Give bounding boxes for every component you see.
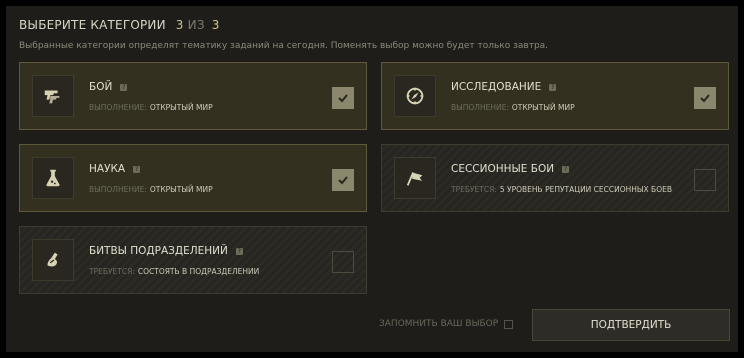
guns-icon [32, 75, 74, 117]
card-title: ИССЛЕДОВАНИЕ ? [451, 81, 557, 93]
category-checkbox[interactable] [694, 87, 716, 109]
category-dialog: ВЫБЕРИТЕ КАТЕГОРИИ 3 ИЗ 3 Выбранные кате… [6, 6, 738, 352]
info-icon[interactable]: ? [120, 83, 128, 91]
category-card-combat[interactable]: БОЙ ? ВЫПОЛНЕНИЕ: ОТКРЫТЫЙ МИР [19, 62, 367, 130]
card-requirement: ВЫПОЛНЕНИЕ: ОТКРЫТЫЙ МИР [451, 103, 575, 112]
category-card-squad-battles[interactable]: БИТВЫ ПОДРАЗДЕЛЕНИЙ ? ТРЕБУЕТСЯ: СОСТОЯТЬ… [19, 226, 367, 294]
card-requirement: ВЫПОЛНЕНИЕ: ОТКРЫТЫЙ МИР [89, 185, 213, 194]
squad-icon [32, 239, 74, 281]
remember-checkbox[interactable] [504, 319, 514, 329]
info-icon[interactable]: ? [133, 165, 141, 173]
category-checkbox[interactable] [332, 251, 354, 273]
checkmark-icon [338, 176, 348, 185]
card-requirement: ВЫПОЛНЕНИЕ: ОТКРЫТЫЙ МИР [89, 103, 213, 112]
dialog-title: ВЫБЕРИТЕ КАТЕГОРИИ 3 ИЗ 3 [19, 18, 220, 32]
selected-count: 3 [175, 18, 184, 32]
card-title: СЕССИОННЫЕ БОИ ? [451, 163, 570, 175]
remember-choice[interactable]: ЗАПОМНИТЬ ВАШ ВЫБОР [379, 319, 514, 329]
card-requirement: ТРЕБУЕТСЯ: СОСТОЯТЬ В ПОДРАЗДЕЛЕНИИ [89, 267, 260, 276]
category-card-session-battles[interactable]: СЕССИОННЫЕ БОИ ? ТРЕБУЕТСЯ: 5 УРОВЕНЬ РЕП… [381, 144, 729, 212]
remember-label: ЗАПОМНИТЬ ВАШ ВЫБОР [379, 319, 499, 329]
category-checkbox[interactable] [332, 169, 354, 191]
total-count: 3 [211, 18, 220, 32]
title-text: ВЫБЕРИТЕ КАТЕГОРИИ [19, 18, 166, 32]
flask-icon [32, 157, 74, 199]
category-card-science[interactable]: НАУКА ? ВЫПОЛНЕНИЕ: ОТКРЫТЫЙ МИР [19, 144, 367, 212]
info-icon[interactable]: ? [549, 83, 557, 91]
dialog-subtitle: Выбранные категории определят тематику з… [19, 41, 549, 51]
flag-icon [394, 157, 436, 199]
card-title: НАУКА ? [89, 163, 141, 175]
checkmark-icon [700, 94, 710, 103]
category-checkbox[interactable] [332, 87, 354, 109]
count-separator: ИЗ [187, 18, 205, 32]
compass-icon [394, 75, 436, 117]
info-icon[interactable]: ? [235, 247, 243, 255]
card-title: БОЙ ? [89, 81, 128, 93]
card-title: БИТВЫ ПОДРАЗДЕЛЕНИЙ ? [89, 245, 243, 257]
info-icon[interactable]: ? [562, 165, 570, 173]
category-checkbox[interactable] [694, 169, 716, 191]
category-card-exploration[interactable]: ИССЛЕДОВАНИЕ ? ВЫПОЛНЕНИЕ: ОТКРЫТЫЙ МИР [381, 62, 729, 130]
checkmark-icon [338, 94, 348, 103]
card-requirement: ТРЕБУЕТСЯ: 5 УРОВЕНЬ РЕПУТАЦИИ СЕССИОННЫХ… [451, 185, 672, 194]
confirm-button[interactable]: ПОДТВЕРДИТЬ [532, 309, 730, 341]
